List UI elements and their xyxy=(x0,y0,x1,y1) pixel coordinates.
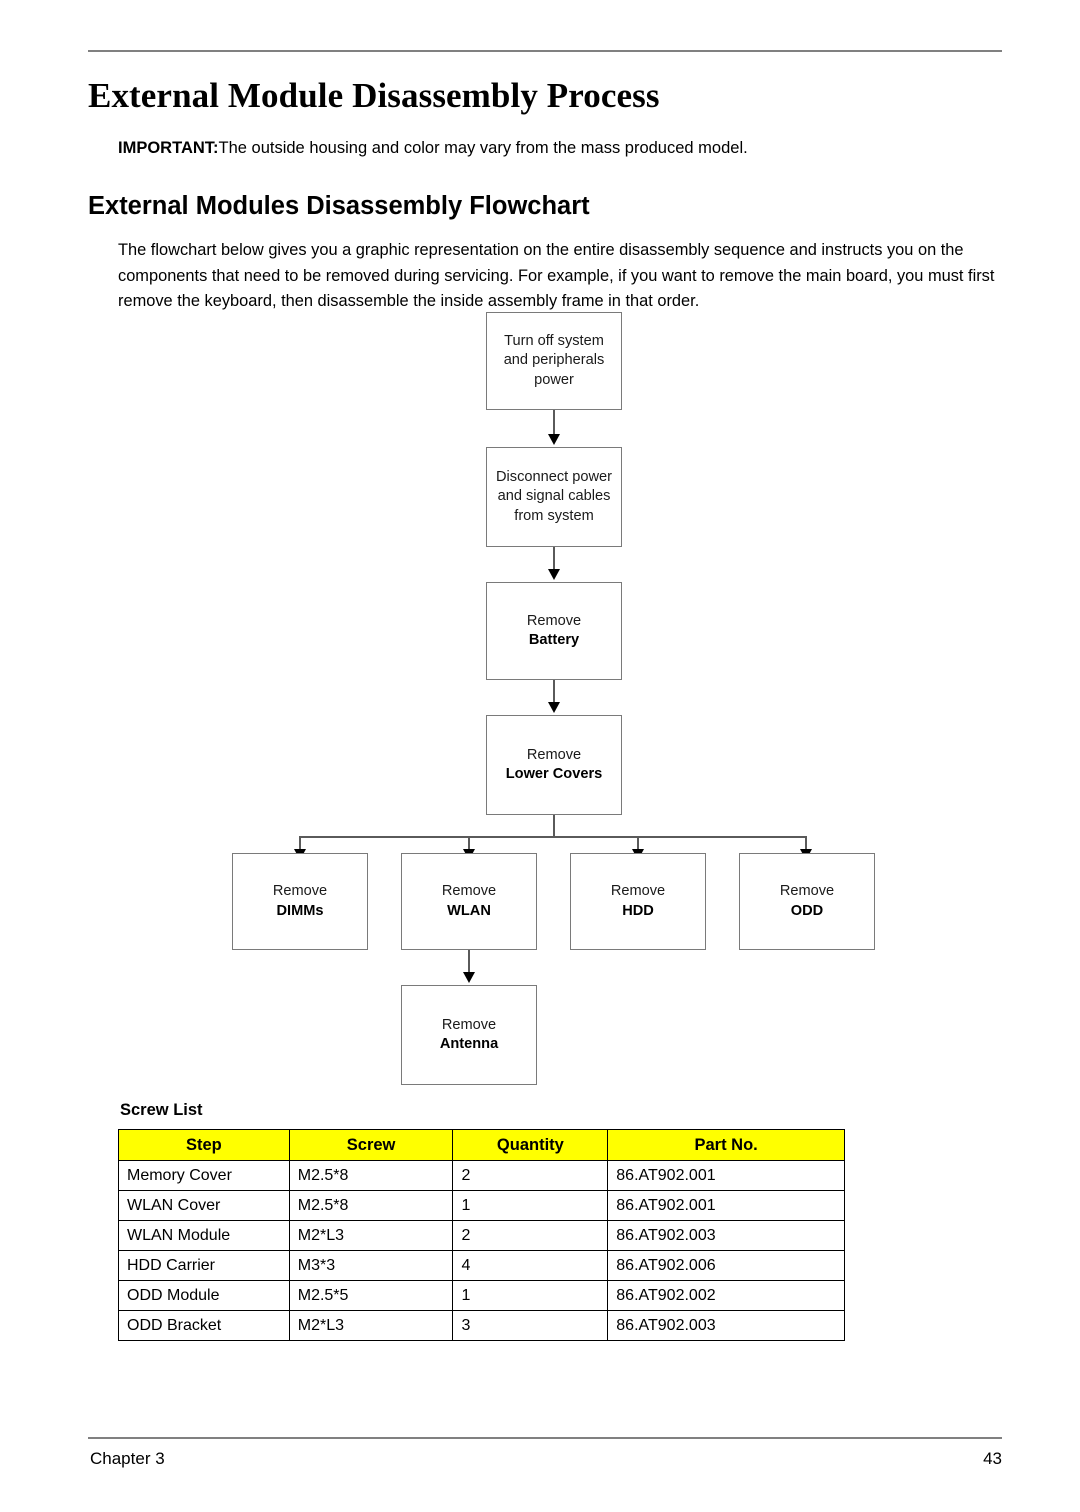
flow-node-dimms-label: DIMMs xyxy=(276,902,324,919)
flow-node-hdd-line1: Remove xyxy=(610,883,666,899)
cell-part-no: 86.AT902.002 xyxy=(607,1280,845,1311)
arrow-cables-to-battery xyxy=(547,569,560,580)
connector-power-to-cables xyxy=(553,410,555,436)
table-row: HDD Carrier M3*3 4 86.AT902.006 xyxy=(118,1250,845,1281)
flow-node-cables-line3: from system xyxy=(514,507,594,524)
connector-battery-to-lowercovers xyxy=(553,680,555,704)
flow-node-antenna: Remove Antenna xyxy=(401,985,537,1085)
connector-branch-bus xyxy=(299,836,805,838)
flow-node-lower-covers-line1: Remove xyxy=(526,746,582,763)
footer-page-number: 43 xyxy=(983,1449,1002,1468)
cell-part-no: 86.AT902.001 xyxy=(607,1190,845,1221)
cell-quantity: 2 xyxy=(452,1160,609,1191)
table-header-row: Step Screw Quantity Part No. xyxy=(118,1129,845,1161)
cell-screw: M2.5*5 xyxy=(288,1280,454,1311)
column-header-step: Step xyxy=(118,1129,290,1161)
cell-step: WLAN Module xyxy=(118,1220,290,1251)
flow-node-hdd-label: HDD xyxy=(622,902,654,919)
flow-node-battery-line1: Remove xyxy=(526,612,582,629)
footer-chapter: Chapter 3 xyxy=(90,1449,165,1468)
section-heading: External Modules Disassembly Flowchart xyxy=(88,192,590,220)
cell-screw: M2*L3 xyxy=(288,1220,454,1251)
cell-screw: M2.5*8 xyxy=(288,1190,454,1221)
table-row: ODD Bracket M2*L3 3 86.AT902.003 xyxy=(118,1310,845,1341)
connector-cables-to-battery xyxy=(553,547,555,571)
flow-node-cables-line1: Disconnect power xyxy=(496,468,612,485)
cell-quantity: 1 xyxy=(452,1280,609,1311)
cell-step: ODD Bracket xyxy=(118,1310,290,1341)
cell-quantity: 4 xyxy=(452,1250,609,1281)
screw-list-table: Step Screw Quantity Part No. Memory Cove… xyxy=(118,1129,845,1341)
cell-step: HDD Carrier xyxy=(118,1250,290,1281)
cell-part-no: 86.AT902.006 xyxy=(607,1250,845,1281)
connector-wlan-to-antenna xyxy=(468,950,470,974)
document-page: External Module Disassembly Process IMPO… xyxy=(0,0,1080,1512)
cell-part-no: 86.AT902.003 xyxy=(607,1310,845,1341)
connector-lowercovers-stub xyxy=(553,815,555,837)
flow-node-wlan: Remove WLAN xyxy=(401,853,537,950)
flow-node-cables: Disconnect power and signal cables from … xyxy=(486,447,622,547)
cell-part-no: 86.AT902.003 xyxy=(607,1220,845,1251)
flow-node-battery: Remove Battery xyxy=(486,582,622,680)
table-row: ODD Module M2.5*5 1 86.AT902.002 xyxy=(118,1280,845,1311)
column-header-screw: Screw xyxy=(288,1129,454,1161)
flow-node-battery-label: Battery xyxy=(528,632,580,648)
cell-part-no: 86.AT902.001 xyxy=(607,1160,845,1191)
arrow-power-to-cables xyxy=(547,434,560,445)
table-row: WLAN Cover M2.5*8 1 86.AT902.001 xyxy=(118,1190,845,1221)
flow-node-odd-line1: Remove xyxy=(779,883,835,899)
page-title: External Module Disassembly Process xyxy=(88,76,660,115)
flow-node-wlan-label: WLAN xyxy=(447,902,491,919)
flow-node-odd-label: ODD xyxy=(790,902,824,919)
column-header-quantity: Quantity xyxy=(452,1129,609,1161)
flow-node-power-line2: and peripherals xyxy=(503,352,605,369)
flow-node-lower-covers: Remove Lower Covers xyxy=(486,715,622,815)
flow-node-power-line1: Turn off system xyxy=(504,332,604,349)
cell-screw: M2.5*8 xyxy=(288,1160,454,1191)
cell-step: ODD Module xyxy=(118,1280,290,1311)
header-divider xyxy=(88,50,1002,52)
cell-step: WLAN Cover xyxy=(118,1190,290,1221)
arrow-wlan-to-antenna xyxy=(462,972,475,983)
screw-list-label: Screw List xyxy=(120,1101,203,1119)
cell-quantity: 3 xyxy=(452,1310,609,1341)
cell-step: Memory Cover xyxy=(118,1160,290,1191)
flow-node-lower-covers-label: Lower Covers xyxy=(505,766,603,782)
cell-quantity: 2 xyxy=(452,1220,609,1251)
important-keyword: IMPORTANT: xyxy=(118,139,219,157)
footer-divider xyxy=(88,1437,1002,1439)
cell-quantity: 1 xyxy=(452,1190,609,1221)
flow-node-odd: Remove ODD xyxy=(739,853,875,950)
disassembly-flowchart: Turn off system and peripherals power Di… xyxy=(0,300,1080,1100)
flow-node-power-line3: power xyxy=(534,371,574,388)
cell-screw: M3*3 xyxy=(288,1250,454,1281)
flow-node-cables-line2: and signal cables xyxy=(497,488,611,505)
important-text: The outside housing and color may vary f… xyxy=(218,139,748,157)
flow-node-dimms-line1: Remove xyxy=(272,883,328,899)
flow-node-dimms: Remove DIMMs xyxy=(232,853,368,950)
flow-node-hdd: Remove HDD xyxy=(570,853,706,950)
flow-node-antenna-label: Antenna xyxy=(439,1036,499,1052)
table-row: Memory Cover M2.5*8 2 86.AT902.001 xyxy=(118,1160,845,1191)
flow-node-wlan-line1: Remove xyxy=(441,883,497,899)
column-header-part-no: Part No. xyxy=(607,1129,845,1161)
flow-node-power: Turn off system and peripherals power xyxy=(486,312,622,410)
table-row: WLAN Module M2*L3 2 86.AT902.003 xyxy=(118,1220,845,1251)
important-note: IMPORTANT:The outside housing and color … xyxy=(118,139,748,158)
cell-screw: M2*L3 xyxy=(288,1310,454,1341)
flow-node-antenna-line1: Remove xyxy=(441,1016,497,1033)
arrow-battery-to-lowercovers xyxy=(547,702,560,713)
